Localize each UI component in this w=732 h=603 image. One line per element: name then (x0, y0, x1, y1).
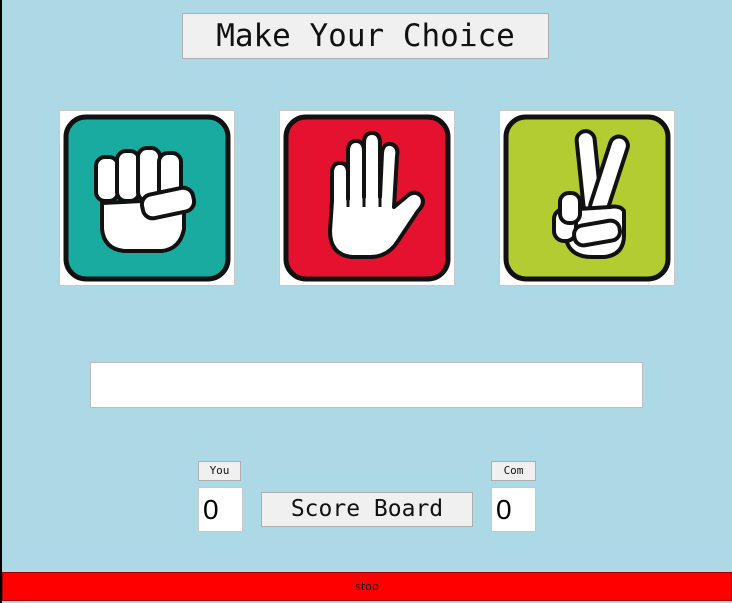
rock-fist-icon (63, 114, 231, 282)
paper-button[interactable] (279, 110, 455, 286)
stop-button[interactable]: stop (2, 572, 732, 601)
com-score: 0 (491, 487, 536, 532)
rock-button[interactable] (59, 110, 235, 286)
you-score: 0 (198, 487, 243, 532)
com-label: Com (491, 461, 536, 481)
result-display (90, 362, 643, 408)
window-edge (0, 0, 2, 603)
you-label: You (198, 461, 241, 481)
score-board-button[interactable]: Score Board (261, 492, 473, 527)
scissors-hand-icon (503, 114, 671, 282)
scissors-button[interactable] (499, 110, 675, 286)
page-title: Make Your Choice (182, 13, 549, 59)
paper-hand-icon (283, 114, 451, 282)
